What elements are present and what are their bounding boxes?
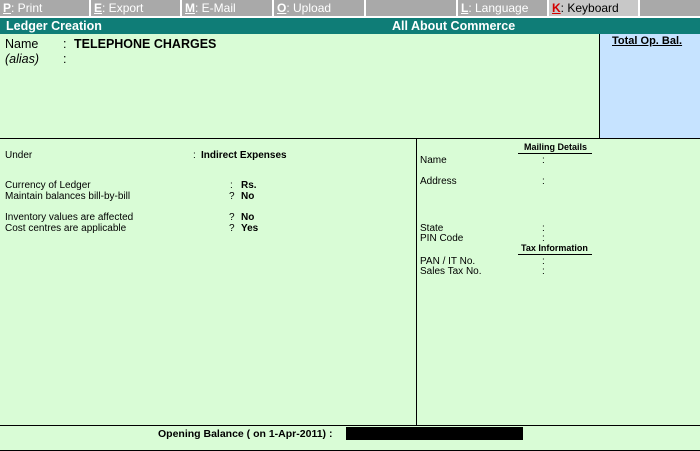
mailing-title-underline (518, 153, 592, 154)
total-op-bal-panel (600, 34, 700, 138)
menu-upload-key: O (277, 1, 287, 15)
address-label: Address (420, 176, 457, 187)
opening-balance-label: Opening Balance ( on 1-Apr-2011) : (158, 428, 333, 440)
inventory-separator: ? (229, 212, 235, 223)
billwise-label: Maintain balances bill-by-bill (5, 191, 131, 202)
menu-keyboard[interactable]: K: Keyboard (549, 0, 639, 16)
cost-centres-separator: ? (229, 223, 235, 234)
menu-upload-label: : Upload (286, 1, 332, 15)
name-label: Name (5, 37, 39, 51)
company-name: All About Commerce (392, 19, 516, 33)
menu-print-key: P (3, 1, 12, 15)
sales-tax-separator: : (542, 266, 545, 277)
opening-balance-field[interactable] (346, 427, 523, 440)
sales-tax-label: Sales Tax No. (420, 266, 482, 277)
menu-blank[interactable] (366, 0, 457, 16)
total-op-bal-label: Total Op. Bal. (612, 35, 683, 47)
menu-filler (640, 0, 700, 16)
pin-code-label: PIN Code (420, 233, 464, 244)
total-panel-divider (599, 34, 600, 138)
inventory-field[interactable]: No (241, 212, 254, 223)
menu-print[interactable]: P: Print (0, 0, 90, 16)
cost-centres-label: Cost centres are applicable (5, 223, 127, 234)
currency-separator: : (230, 180, 233, 191)
mailing-details-title: Mailing Details (524, 142, 588, 152)
sales-tax-field[interactable] (552, 266, 692, 278)
address-field[interactable] (552, 176, 692, 216)
tax-title-underline (518, 254, 592, 255)
menu-keyboard-label: : Keyboard (560, 1, 619, 15)
mailing-name-label: Name (420, 155, 447, 166)
menu-export-label: : Export (102, 1, 144, 15)
alias-field[interactable] (74, 52, 274, 66)
cost-centres-field[interactable]: Yes (241, 223, 258, 234)
tax-information-title: Tax Information (521, 243, 588, 253)
alias-label: (alias) (5, 52, 40, 66)
menu-email[interactable]: M: E-Mail (182, 0, 273, 16)
under-field[interactable]: Indirect Expenses (201, 150, 287, 161)
menu-email-key: M (185, 1, 195, 15)
menu-export[interactable]: E: Export (91, 0, 181, 16)
inventory-label: Inventory values are affected (5, 212, 134, 223)
menu-export-key: E (94, 1, 103, 15)
menu-keyboard-key: K (552, 1, 561, 15)
screen-title: Ledger Creation (6, 19, 102, 33)
address-separator: : (542, 176, 545, 187)
billwise-separator: ? (229, 191, 235, 202)
menu-email-label: : E-Mail (195, 1, 236, 15)
menu-upload[interactable]: O: Upload (274, 0, 365, 16)
name-separator: : (63, 37, 67, 51)
menu-language-label: : Language (468, 1, 529, 15)
title-bar: Ledger Creation All About Commerce (0, 18, 700, 34)
menu-language[interactable]: L: Language (458, 0, 548, 16)
under-label: Under (5, 150, 33, 161)
currency-label: Currency of Ledger (5, 180, 91, 191)
alias-separator: : (63, 52, 67, 66)
under-separator: : (193, 150, 196, 161)
currency-field[interactable]: Rs. (241, 180, 257, 191)
mailing-name-separator: : (542, 155, 545, 166)
menu-print-label: : Print (11, 1, 43, 15)
mailing-name-field[interactable] (552, 155, 692, 167)
ledger-name-field[interactable]: TELEPHONE CHARGES (74, 37, 216, 51)
billwise-field[interactable]: No (241, 191, 254, 202)
